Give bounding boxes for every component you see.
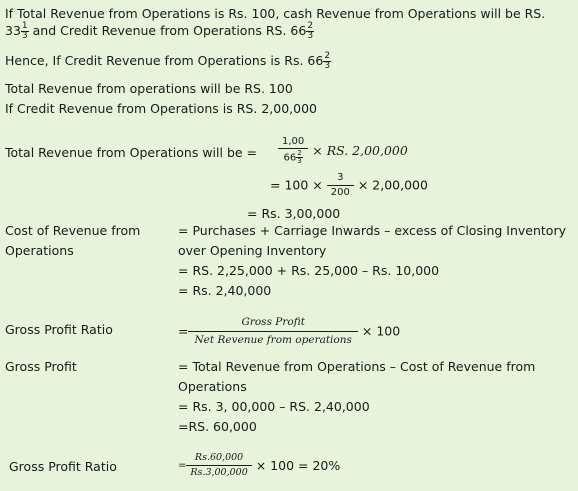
- cash-whole: 33: [5, 23, 21, 38]
- cost-label-2: Operations: [5, 243, 74, 258]
- total-rev-den-whole: 66: [283, 152, 297, 164]
- cost-label-1: Cost of Revenue from: [5, 223, 141, 238]
- credit-text: and Credit Revenue from Operations RS. 6…: [32, 23, 307, 38]
- cash-mixed-number: 33 1 3: [5, 21, 33, 41]
- step2-den: 200: [326, 184, 354, 199]
- total-rev-frac-num: 1,00: [282, 136, 305, 147]
- total-rev-den-den: 3: [296, 157, 303, 165]
- hence-num: 2: [324, 51, 331, 61]
- hence-den: 3: [323, 61, 332, 71]
- gp-result-num: Rs.60,000: [194, 452, 244, 463]
- gp-ratio-label: Gross Profit Ratio: [5, 322, 113, 337]
- gp-result-den: Rs.3,00,000: [186, 464, 252, 479]
- gp-ratio-fraction: Gross Profit Net Revenue from operations: [188, 316, 358, 347]
- credit-den: 3: [306, 31, 315, 41]
- intro-line-1: If Total Revenue from Operations is Rs. …: [5, 6, 546, 21]
- gp-line-4: =RS. 60,000: [178, 419, 257, 434]
- cost-line-1: = Purchases + Carriage Inwards – excess …: [178, 223, 566, 238]
- cash-den: 3: [20, 31, 29, 41]
- step2-post: × 2,00,000: [357, 177, 428, 193]
- gp-line-3: = Rs. 3, 00,000 – RS. 2,40,000: [178, 399, 370, 414]
- hence-text: Hence, If Credit Revenue from Operations…: [5, 53, 324, 68]
- document-page: { "intro": { "line1": "If Total Revenue …: [0, 0, 578, 491]
- gp-result-eq: =: [178, 459, 187, 471]
- gp-ratio-den: Net Revenue from operations: [188, 330, 358, 347]
- gp-ratio-formula: = Gross Profit Net Revenue from operatio…: [178, 316, 400, 346]
- gp-line-2: Operations: [178, 379, 247, 394]
- intro-line-5: If Credit Revenue from Operations is RS.…: [5, 101, 317, 116]
- gp-ratio-num: Gross Profit: [241, 316, 305, 328]
- cost-line-4: = Rs. 2,40,000: [178, 283, 272, 298]
- gp-result-fraction: Rs.60,000 Rs.3,00,000: [186, 452, 252, 479]
- gp-ratio-eq: =: [178, 323, 189, 339]
- total-rev-step2: = 100 × 3 200 × 2,00,000: [270, 172, 428, 198]
- credit-num: 2: [307, 21, 314, 31]
- gp-result-value: × 100 = 20%: [255, 457, 341, 473]
- gp-label: Gross Profit: [5, 359, 77, 374]
- gp-result-formula: = Rs.60,000 Rs.3,00,000 × 100 = 20%: [178, 452, 340, 479]
- gp-result-label: Gross Profit Ratio: [9, 459, 117, 474]
- total-rev-result: = Rs. 3,00,000: [247, 206, 341, 221]
- step2-num: 3: [337, 172, 344, 183]
- cash-num: 1: [21, 21, 28, 31]
- cost-line-2: over Opening Inventory: [178, 243, 327, 258]
- step2-pre: = 100 ×: [270, 177, 323, 193]
- intro-line-4: Total Revenue from operations will be RS…: [5, 81, 293, 96]
- cost-line-3: = RS. 2,25,000 + Rs. 25,000 – Rs. 10,000: [178, 263, 440, 278]
- total-rev-frac-den: 66 2 3: [278, 148, 309, 165]
- total-rev-den-num: 2: [297, 149, 302, 157]
- gp-ratio-times: × 100: [361, 323, 401, 339]
- total-rev-times-rs: × RS. 2,00,000: [312, 143, 408, 158]
- intro-line-2: 33 1 3 and Credit Revenue from Operations …: [5, 21, 315, 41]
- gp-line-1: = Total Revenue from Operations – Cost o…: [178, 359, 536, 374]
- total-rev-label: Total Revenue from Operations will be =: [5, 145, 258, 160]
- intro-line-3: Hence, If Credit Revenue from Operations…: [5, 51, 332, 71]
- total-rev-expression: 1,00 66 2 3 × RS. 2,00,000: [278, 136, 408, 165]
- step2-fraction: 3 200: [326, 172, 354, 199]
- total-rev-fraction: 1,00 66 2 3: [278, 136, 309, 165]
